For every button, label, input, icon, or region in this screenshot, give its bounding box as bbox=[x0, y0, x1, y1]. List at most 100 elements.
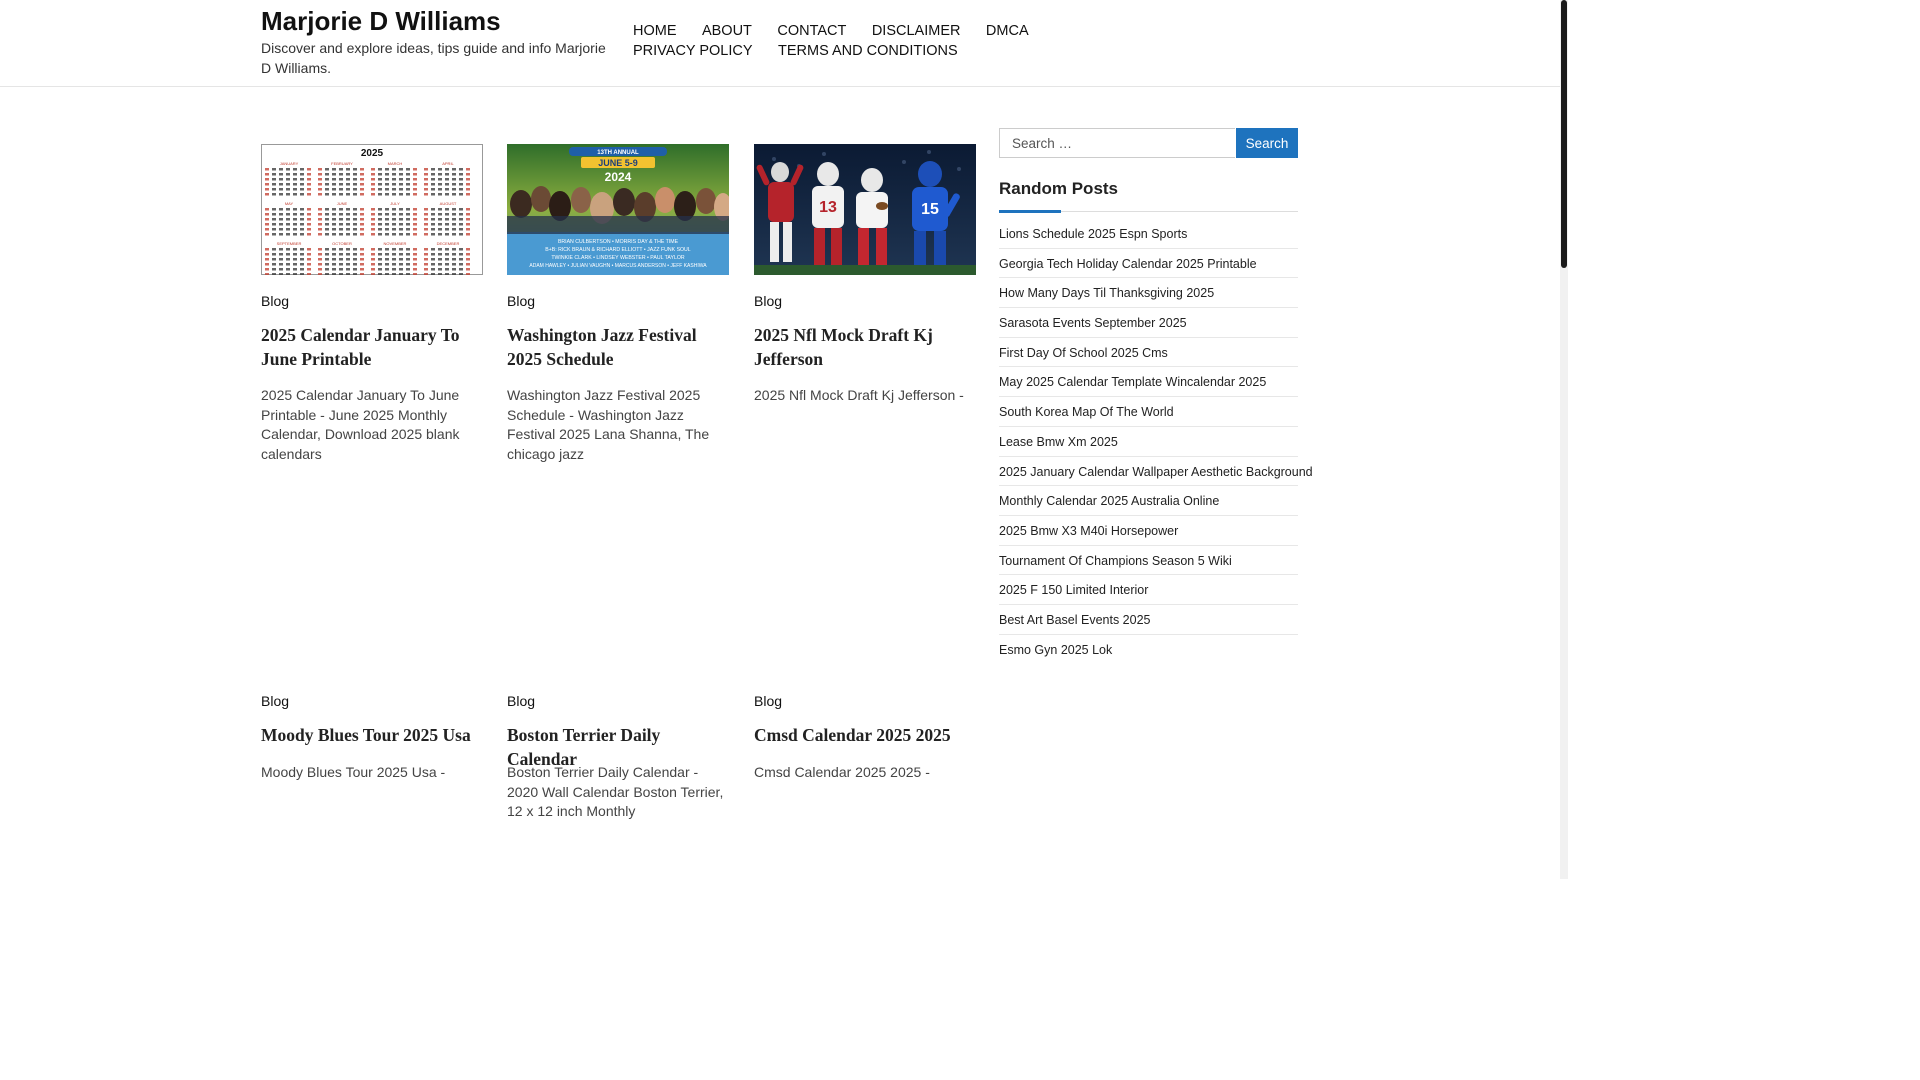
calendar-day-mark bbox=[459, 263, 463, 266]
site-title[interactable]: Marjorie D Williams bbox=[261, 6, 501, 37]
calendar-day-mark bbox=[346, 248, 350, 251]
post-title[interactable]: Cmsd Calendar 2025 2025 bbox=[754, 723, 976, 747]
nav-item-home[interactable]: HOME bbox=[633, 22, 677, 42]
site-description: Discover and explore ideas, tips guide a… bbox=[261, 40, 606, 76]
search-input[interactable] bbox=[999, 128, 1235, 158]
calendar-day-mark bbox=[279, 178, 283, 181]
calendar-day-mark bbox=[378, 218, 382, 221]
calendar-day-mark bbox=[431, 233, 435, 236]
calendar-day-mark bbox=[339, 233, 343, 236]
random-post-link[interactable]: How Many Days Til Thanksgiving 2025 bbox=[999, 286, 1214, 300]
nav-item-contact[interactable]: CONTACT bbox=[777, 22, 846, 42]
post-category[interactable]: Blog bbox=[507, 293, 535, 309]
calendar-day-mark bbox=[307, 178, 311, 181]
calendar-day-mark bbox=[459, 258, 463, 261]
random-post-link[interactable]: 2025 January Calendar Wallpaper Aestheti… bbox=[999, 465, 1313, 479]
calendar-day-mark bbox=[332, 213, 336, 216]
random-post-link[interactable]: May 2025 Calendar Template Wincalendar 2… bbox=[999, 375, 1266, 389]
post-category[interactable]: Blog bbox=[754, 293, 782, 309]
calendar-day-mark bbox=[413, 228, 417, 231]
calendar-day-mark bbox=[371, 188, 375, 191]
calendar-day-mark bbox=[378, 168, 382, 171]
random-post-link[interactable]: 2025 F 150 Limited Interior bbox=[999, 583, 1148, 597]
calendar-day-mark bbox=[265, 228, 269, 231]
calendar-day-mark bbox=[466, 223, 470, 226]
calendar-day-mark bbox=[431, 228, 435, 231]
nav-item-dmca[interactable]: DMCA bbox=[986, 22, 1029, 42]
calendar-day-mark bbox=[360, 178, 364, 181]
calendar-day-mark bbox=[438, 263, 442, 266]
calendar-day-mark bbox=[466, 178, 470, 181]
random-post-link[interactable]: Monthly Calendar 2025 Australia Online bbox=[999, 494, 1219, 508]
calendar-day-mark bbox=[406, 183, 410, 186]
post-thumbnail[interactable]: 13TH ANNUAL JUNE 5-9 2024 BRIAN CULBERTS… bbox=[507, 144, 729, 275]
random-post-link[interactable]: First Day Of School 2025 Cms bbox=[999, 346, 1168, 360]
calendar-day-mark bbox=[371, 248, 375, 251]
nav-item-about[interactable]: ABOUT bbox=[702, 22, 752, 42]
random-post-link[interactable]: Esmo Gyn 2025 Lok bbox=[999, 643, 1112, 657]
calendar-day-mark bbox=[286, 233, 290, 236]
random-post-link[interactable]: South Korea Map Of The World bbox=[999, 405, 1174, 419]
post-title[interactable]: 2025 Nfl Mock Draft Kj Jefferson bbox=[754, 323, 976, 371]
post-title[interactable]: Moody Blues Tour 2025 Usa bbox=[261, 723, 483, 747]
calendar-day-mark bbox=[339, 258, 343, 261]
random-post-link[interactable]: Sarasota Events September 2025 bbox=[999, 316, 1187, 330]
calendar-day-mark bbox=[445, 188, 449, 191]
random-post-link[interactable]: Tournament Of Champions Season 5 Wiki bbox=[999, 554, 1232, 568]
calendar-day-mark bbox=[272, 273, 276, 275]
nav-item-terms-and-conditions[interactable]: TERMS AND CONDITIONS bbox=[778, 42, 958, 62]
calendar-day-mark bbox=[466, 193, 470, 196]
calendar-day-mark bbox=[452, 223, 456, 226]
calendar-day-mark bbox=[272, 188, 276, 191]
calendar-day-mark bbox=[385, 228, 389, 231]
calendar-day-mark bbox=[452, 228, 456, 231]
calendar-day-mark bbox=[353, 173, 357, 176]
calendar-day-mark bbox=[293, 253, 297, 256]
calendar-day-mark bbox=[399, 273, 403, 275]
calendar-day-mark bbox=[346, 273, 350, 275]
random-post-link[interactable]: 2025 Bmw X3 M40i Horsepower bbox=[999, 524, 1178, 538]
page-scrollbar-thumb[interactable] bbox=[1561, 0, 1567, 268]
calendar-day-mark bbox=[413, 208, 417, 211]
random-post-link[interactable]: Lions Schedule 2025 Espn Sports bbox=[999, 227, 1187, 241]
random-post-link[interactable]: Best Art Basel Events 2025 bbox=[999, 613, 1150, 627]
nav-item-privacy-policy[interactable]: PRIVACY POLICY bbox=[633, 42, 753, 62]
calendar-day-mark bbox=[318, 263, 322, 266]
calendar-day-mark bbox=[272, 248, 276, 251]
random-post-link[interactable]: Georgia Tech Holiday Calendar 2025 Print… bbox=[999, 257, 1257, 271]
random-posts-list: Lions Schedule 2025 Espn Sports Georgia … bbox=[999, 219, 1313, 664]
post-category[interactable]: Blog bbox=[754, 693, 782, 709]
post-title[interactable]: 2025 Calendar January To June Printable bbox=[261, 323, 483, 371]
post-thumbnail[interactable]: 2025 JANUARY FEBRUARY MARCH APRIL MAY JUNE JUL… bbox=[261, 144, 483, 275]
calendar-day-mark bbox=[459, 268, 463, 271]
calendar-day-mark bbox=[353, 208, 357, 211]
post-category[interactable]: Blog bbox=[261, 693, 289, 709]
calendar-day-mark bbox=[445, 248, 449, 251]
calendar-day-mark bbox=[325, 258, 329, 261]
post-category[interactable]: Blog bbox=[507, 693, 535, 709]
calendar-day-mark bbox=[325, 183, 329, 186]
calendar-day-mark bbox=[346, 208, 350, 211]
calendar-day-mark bbox=[353, 268, 357, 271]
calendar-day-mark bbox=[431, 188, 435, 191]
calendar-day-mark bbox=[279, 208, 283, 211]
post-category[interactable]: Blog bbox=[261, 293, 289, 309]
calendar-day-mark bbox=[438, 178, 442, 181]
nav-item-disclaimer[interactable]: DISCLAIMER bbox=[872, 22, 961, 42]
calendar-day-mark bbox=[406, 268, 410, 271]
calendar-day-mark bbox=[406, 228, 410, 231]
random-post-link[interactable]: Lease Bmw Xm 2025 bbox=[999, 435, 1118, 449]
calendar-day-mark bbox=[272, 268, 276, 271]
calendar-day-mark bbox=[325, 223, 329, 226]
post-thumbnail[interactable]: 13 15 bbox=[754, 144, 976, 275]
search-button[interactable]: Search bbox=[1236, 128, 1298, 158]
calendar-day-mark bbox=[279, 173, 283, 176]
calendar-day-mark bbox=[360, 273, 364, 275]
calendar-day-mark bbox=[413, 223, 417, 226]
post-title[interactable]: Washington Jazz Festival 2025 Schedule bbox=[507, 323, 729, 371]
calendar-day-mark bbox=[265, 183, 269, 186]
calendar-day-mark bbox=[452, 218, 456, 221]
post-excerpt: 2025 Nfl Mock Draft Kj Jefferson - bbox=[754, 387, 964, 403]
calendar-day-mark bbox=[385, 263, 389, 266]
calendar-day-mark bbox=[286, 248, 290, 251]
